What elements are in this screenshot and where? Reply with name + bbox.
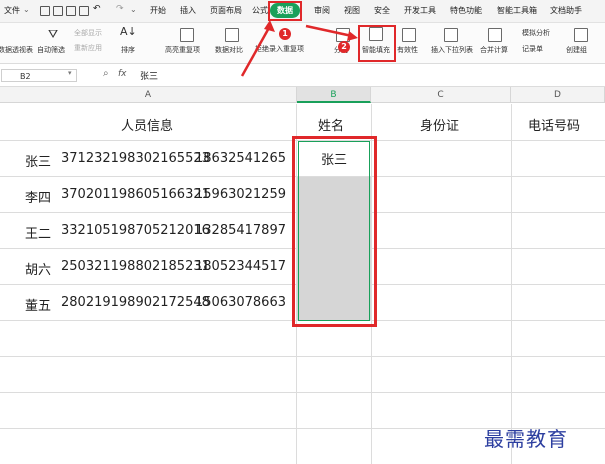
row-id[interactable]: 370201198605166321	[61, 187, 210, 202]
consolidate-button[interactable]: 合并计算	[480, 45, 508, 55]
row-id[interactable]: 332105198705212016	[61, 223, 210, 238]
arrow-to-data-tab	[240, 25, 272, 77]
show-all-button[interactable]: 全部显示	[74, 28, 102, 38]
validity-button[interactable]: 有效性	[397, 45, 418, 55]
file-menu[interactable]: 文件	[4, 5, 20, 16]
annotation-arrows	[240, 20, 358, 77]
row-name[interactable]: 董五	[25, 295, 51, 314]
name-box-chevron-icon[interactable]: ▾	[68, 69, 72, 77]
row-name[interactable]: 张三	[25, 151, 51, 170]
simulation-button[interactable]: 模拟分析	[522, 28, 550, 38]
file-menu-chevron-icon[interactable]: ⌄	[23, 5, 30, 14]
cell-ref: B2	[20, 72, 31, 81]
tab-security[interactable]: 安全	[374, 5, 390, 16]
header-phone[interactable]: 电话号码	[528, 115, 580, 134]
tab-developer[interactable]: 开发工具	[404, 5, 436, 16]
create-group-button[interactable]: 创建组	[566, 45, 587, 55]
export-pdf-icon[interactable]	[79, 6, 89, 16]
watermark: 最需教育	[484, 427, 568, 451]
column-header-c[interactable]: C	[371, 87, 511, 103]
highlight-duplicates-button[interactable]: 高亮重复项	[165, 45, 200, 55]
row-phone[interactable]: 18632541265	[195, 151, 286, 166]
highlight-duplicates-icon	[180, 28, 194, 42]
name-box[interactable]: B2	[1, 69, 77, 82]
tab-features[interactable]: 特色功能	[450, 5, 482, 16]
tab-insert[interactable]: 插入	[180, 5, 196, 16]
insert-dropdown-icon	[444, 28, 458, 42]
result-range-highlight	[292, 136, 377, 327]
undo-icon[interactable]: ↶	[93, 4, 101, 14]
row-name[interactable]: 胡六	[25, 259, 51, 278]
column-header-b[interactable]: B	[297, 87, 371, 103]
tab-smart-toolbox[interactable]: 智能工具箱	[497, 5, 537, 16]
insert-dropdown-button[interactable]: 插入下拉列表	[431, 45, 473, 55]
arrow-head-icon	[264, 20, 275, 32]
zoom-icon[interactable]: ⌕	[103, 68, 109, 79]
auto-filter-button[interactable]: 自动筛选	[37, 45, 65, 55]
row-phone[interactable]: 18052344517	[195, 259, 286, 274]
reapply-button[interactable]: 重新应用	[74, 43, 102, 53]
grid-line	[0, 356, 605, 357]
column-header-d[interactable]: D	[511, 87, 605, 103]
column-header-a[interactable]: A	[0, 87, 297, 103]
arrow-to-smart-fill	[305, 24, 353, 38]
print-preview-icon[interactable]	[66, 6, 76, 16]
tab-home[interactable]: 开始	[150, 5, 166, 16]
header-id-card[interactable]: 身份证	[420, 115, 459, 134]
sort-ascending-icon[interactable]: A↓	[120, 25, 137, 38]
row-id[interactable]: 371232198302165523	[61, 151, 210, 166]
grid-line	[0, 392, 605, 393]
row-phone[interactable]: 13285417897	[195, 223, 286, 238]
row-id[interactable]: 250321198802185231	[61, 259, 210, 274]
row-id[interactable]: 280219198902172548	[61, 295, 210, 310]
validity-icon	[402, 28, 416, 42]
arrow-head-icon	[347, 31, 358, 41]
row-name[interactable]: 王二	[25, 223, 51, 242]
consolidate-icon	[488, 28, 502, 42]
create-group-icon	[574, 28, 588, 42]
fx-icon[interactable]: fx	[118, 69, 127, 79]
row-phone[interactable]: 15963021259	[195, 187, 286, 202]
pivot-table-button[interactable]: 数据透视表	[0, 45, 33, 55]
tab-doc-assistant[interactable]: 文档助手	[550, 5, 582, 16]
header-name[interactable]: 姓名	[318, 115, 344, 134]
save-icon[interactable]	[40, 6, 50, 16]
formula-value[interactable]: 张三	[140, 69, 158, 82]
sort-button[interactable]: 排序	[121, 45, 135, 55]
filter-icon: ⛛	[48, 27, 59, 41]
record-sheet-button[interactable]: 记录单	[522, 44, 543, 54]
print-icon[interactable]	[53, 6, 63, 16]
row-name[interactable]: 李四	[25, 187, 51, 206]
header-person-info[interactable]: 人员信息	[121, 115, 173, 134]
redo-icon[interactable]: ↷	[116, 4, 124, 14]
quick-access-chevron-icon[interactable]: ⌄	[130, 5, 137, 14]
row-phone[interactable]: 15063078663	[195, 295, 286, 310]
